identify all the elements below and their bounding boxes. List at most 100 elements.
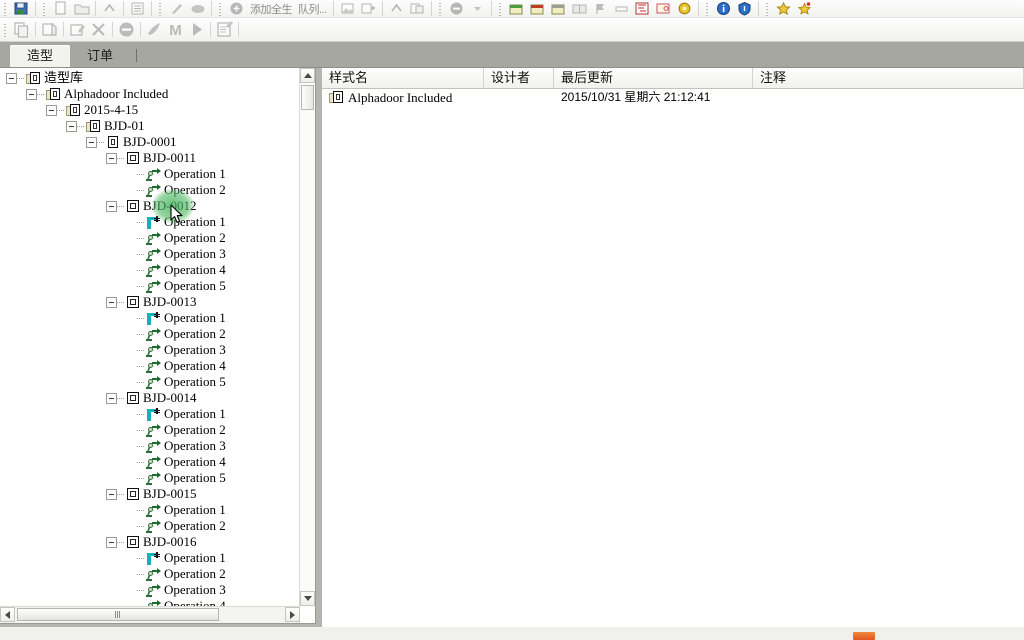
open-folder-icon[interactable] — [71, 0, 92, 17]
info-blue-icon[interactable] — [713, 0, 734, 17]
tree-expander[interactable] — [106, 152, 117, 164]
horizontal-scroll-thumb[interactable] — [17, 608, 219, 621]
tree-node[interactable]: BJD-0015 — [0, 486, 300, 502]
edit-properties-button[interactable] — [67, 21, 88, 38]
tree-expander[interactable] — [26, 88, 37, 100]
tree-node[interactable]: BJD-0014 — [0, 390, 300, 406]
tree-node[interactable]: Operation 4 — [0, 454, 300, 470]
vertical-scroll-thumb[interactable] — [301, 85, 314, 110]
tree-node[interactable]: BJD-0011 — [0, 150, 300, 166]
book-icon[interactable] — [569, 0, 590, 17]
scroll-left-button[interactable] — [0, 607, 15, 622]
caret-up-2-icon[interactable] — [386, 0, 407, 17]
table-row[interactable]: Alphadoor Included 2015/10/31 星期六 21:12:4… — [322, 89, 1024, 106]
tree-node[interactable]: Operation 1 — [0, 166, 300, 182]
tree-node[interactable]: Operation 1 — [0, 550, 300, 566]
maze-icon[interactable] — [632, 0, 653, 17]
tree-node[interactable]: Operation 5 — [0, 374, 300, 390]
save-icon[interactable] — [11, 0, 32, 17]
paint-button[interactable] — [144, 21, 165, 38]
tree-node[interactable]: Operation 5 — [0, 470, 300, 486]
tree-expander[interactable] — [106, 392, 117, 404]
disable-button[interactable] — [116, 21, 137, 38]
window-red-icon[interactable] — [527, 0, 548, 17]
toolbar2-grip[interactable] — [2, 22, 9, 37]
no-entry-icon[interactable] — [446, 0, 467, 17]
queue-button[interactable]: 队列... — [295, 0, 330, 17]
tag-icon[interactable] — [653, 0, 674, 17]
toolbar-grip-3[interactable] — [157, 1, 164, 16]
image-add-icon[interactable] — [358, 0, 379, 17]
toolbar-grip[interactable] — [2, 1, 9, 16]
tree-node[interactable]: Operation 1 — [0, 214, 300, 230]
window-green-icon[interactable] — [506, 0, 527, 17]
tree-expander[interactable] — [86, 136, 97, 148]
shield-blue-icon[interactable] — [734, 0, 755, 17]
cloud-icon[interactable] — [187, 0, 208, 17]
tree-node[interactable]: Operation 1 — [0, 406, 300, 422]
tree-expander[interactable] — [6, 72, 17, 84]
column-style-name[interactable]: 样式名 — [322, 68, 484, 88]
tree-node[interactable]: BJD-0013 — [0, 294, 300, 310]
column-comment[interactable]: 注释 — [753, 68, 1024, 88]
add-icon[interactable] — [226, 0, 247, 17]
tree-expander[interactable] — [106, 296, 117, 308]
tree-node[interactable]: Operation 1 — [0, 310, 300, 326]
delete-button[interactable] — [88, 21, 109, 38]
toolbar-grip-4[interactable] — [217, 1, 224, 16]
tree-node[interactable]: BJD-01 — [0, 118, 300, 134]
tree-node[interactable]: Operation 2 — [0, 230, 300, 246]
copy-panel-icon[interactable] — [407, 0, 428, 17]
tree-node[interactable]: BJD-0016 — [0, 534, 300, 550]
copy-button[interactable] — [11, 21, 32, 38]
toolbar-grip-8[interactable] — [763, 1, 771, 16]
tree-node[interactable]: BJD-0012 — [0, 198, 300, 214]
tree-node[interactable]: Operation 2 — [0, 326, 300, 342]
tree-horizontal-scrollbar[interactable] — [0, 606, 300, 623]
caret-up-icon[interactable] — [99, 0, 120, 17]
tree-node[interactable]: Operation 3 — [0, 246, 300, 262]
tab-orders[interactable]: 订单 — [70, 45, 130, 67]
list-icon[interactable] — [127, 0, 148, 17]
toolbar-grip-5[interactable] — [436, 1, 444, 16]
window-gray-icon[interactable] — [548, 0, 569, 17]
star-icon[interactable] — [773, 0, 794, 17]
column-last-updated[interactable]: 最后更新 — [554, 68, 753, 88]
tree-node[interactable]: Operation 3 — [0, 342, 300, 358]
dropdown-icon[interactable] — [467, 0, 488, 17]
column-designer[interactable]: 设计者 — [484, 68, 554, 88]
toolbar-grip-2[interactable] — [41, 1, 48, 16]
tree-node[interactable]: BJD-0001 — [0, 134, 300, 150]
tree-scroll-area[interactable]: 造型库 Alphadoor Included 2015-4-15 BJD-01 BJD-… — [0, 68, 300, 621]
rect-icon[interactable] — [611, 0, 632, 17]
add-lifecycle-button[interactable]: 添加全生 — [247, 0, 295, 17]
tree-node[interactable]: Alphadoor Included — [0, 86, 300, 102]
tree-expander[interactable] — [66, 120, 77, 132]
tree-node[interactable]: Operation 2 — [0, 182, 300, 198]
run-button[interactable] — [186, 21, 207, 38]
star-add-icon[interactable] — [794, 0, 815, 17]
tree-expander[interactable] — [106, 488, 117, 500]
tree-node[interactable]: Operation 1 — [0, 502, 300, 518]
report-button[interactable] — [214, 21, 235, 38]
tree-vertical-scrollbar[interactable] — [299, 68, 315, 606]
tree-node[interactable]: Operation 2 — [0, 518, 300, 534]
gear-icon[interactable] — [674, 0, 695, 17]
scroll-up-button[interactable] — [300, 68, 315, 83]
tab-modeling[interactable]: 造型 — [10, 45, 71, 67]
tree-node[interactable]: Operation 3 — [0, 582, 300, 598]
toolbar-grip-6[interactable] — [496, 1, 504, 16]
scroll-down-button[interactable] — [300, 591, 315, 606]
pencil-icon[interactable] — [166, 0, 187, 17]
tree-node[interactable]: Operation 4 — [0, 358, 300, 374]
tree-node[interactable]: Operation 2 — [0, 566, 300, 582]
image-icon[interactable] — [337, 0, 358, 17]
list-body[interactable]: Alphadoor Included 2015/10/31 星期六 21:12:4… — [322, 89, 1024, 106]
tree-expander[interactable] — [106, 536, 117, 548]
tree-node[interactable]: 造型库 — [0, 70, 300, 86]
new-document-icon[interactable] — [50, 0, 71, 17]
tree-node[interactable]: 2015-4-15 — [0, 102, 300, 118]
tree-node[interactable]: Operation 4 — [0, 262, 300, 278]
scroll-right-button[interactable] — [285, 607, 300, 622]
toolbar-grip-7[interactable] — [703, 1, 711, 16]
